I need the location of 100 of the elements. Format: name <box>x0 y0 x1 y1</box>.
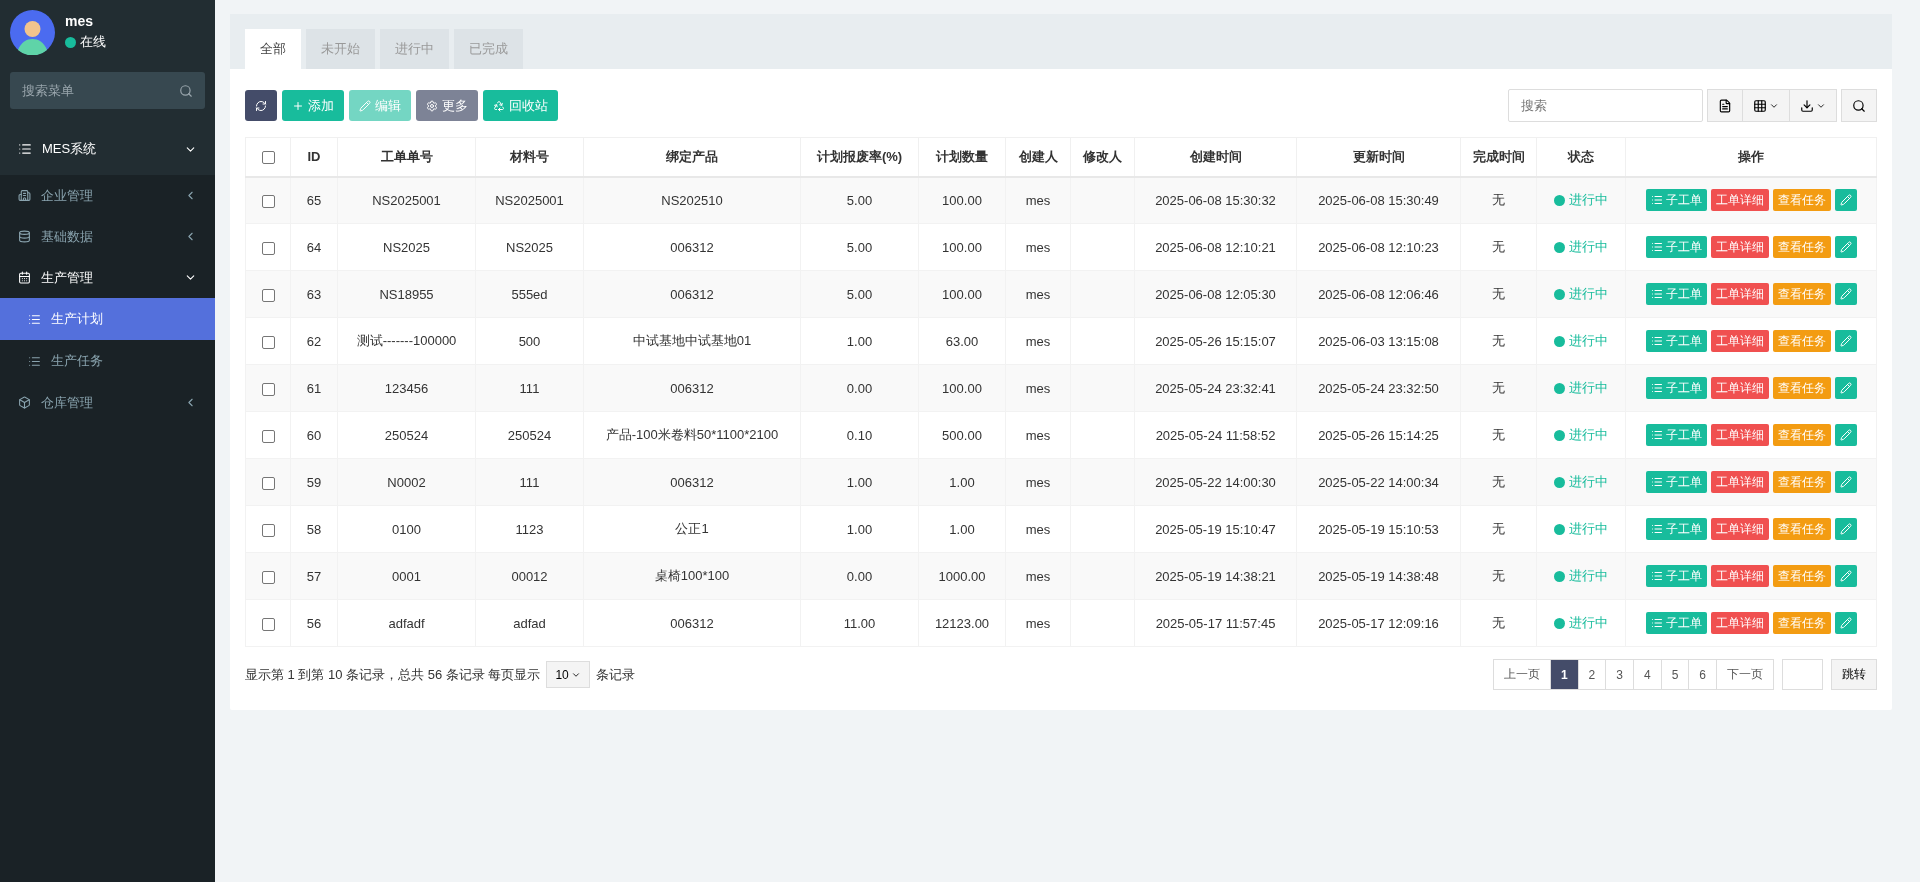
edit-button[interactable] <box>1834 189 1857 212</box>
table-cell: 0.10 <box>846 427 873 443</box>
list-icon <box>1650 241 1663 253</box>
action-button[interactable]: 工单详细 <box>1710 189 1769 212</box>
edit-button[interactable] <box>1834 612 1857 634</box>
edit-button[interactable] <box>1834 565 1857 587</box>
table-cell: 2025-05-22 14:00:30 <box>1155 474 1276 490</box>
action-button[interactable]: 工单详细 <box>1710 471 1769 493</box>
action-button[interactable]: 查看任务 <box>1772 612 1831 634</box>
table-cell: 60 <box>306 427 322 443</box>
table-cell: mes <box>1025 192 1051 208</box>
edit-button[interactable] <box>1834 236 1857 258</box>
action-button[interactable]: 工单详细 <box>1710 236 1769 258</box>
tab[interactable]: 进行中 <box>380 29 449 69</box>
pencil-icon <box>1839 194 1852 207</box>
menu-item[interactable]: 生产计划 <box>0 298 215 340</box>
row-checkbox[interactable] <box>261 570 275 584</box>
row-checkbox[interactable] <box>261 241 275 255</box>
page-size-dropdown[interactable]: 10 <box>546 661 590 688</box>
row-checkbox[interactable] <box>261 382 275 396</box>
edit-button[interactable] <box>1834 424 1857 446</box>
action-button[interactable]: 子工单 <box>1645 565 1707 587</box>
edit-button[interactable] <box>1834 518 1857 540</box>
action-button[interactable]: 工单详细 <box>1710 283 1769 305</box>
row-checkbox[interactable] <box>261 335 275 349</box>
list-icon <box>28 354 41 368</box>
row-checkbox[interactable] <box>261 194 275 208</box>
action-button[interactable]: 子工单 <box>1645 330 1707 352</box>
table-cell: 无 <box>1492 568 1505 583</box>
export-button[interactable] <box>1789 89 1837 122</box>
table-cell: 无 <box>1492 286 1505 301</box>
action-button[interactable]: 工单详细 <box>1710 424 1769 446</box>
page-button[interactable]: 4 <box>1632 659 1662 690</box>
tab[interactable]: 已完成 <box>454 29 523 69</box>
row-checkbox[interactable] <box>261 523 275 537</box>
edit-button[interactable] <box>1834 283 1857 305</box>
page-button[interactable]: 6 <box>1688 659 1717 690</box>
table-cell: 2025-05-22 14:00:34 <box>1318 474 1439 490</box>
action-button[interactable]: 查看任务 <box>1772 189 1831 212</box>
search-button[interactable] <box>1841 89 1877 122</box>
row-checkbox[interactable] <box>261 429 275 443</box>
page-button[interactable]: 1 <box>1549 659 1579 690</box>
row-checkbox[interactable] <box>261 288 275 302</box>
action-button[interactable]: 子工单 <box>1645 283 1707 305</box>
tab[interactable]: 未开始 <box>306 29 375 69</box>
action-button[interactable]: 工单详细 <box>1710 330 1769 352</box>
action-button[interactable]: 工单详细 <box>1710 612 1769 634</box>
table-cell: mes <box>1025 380 1051 396</box>
action-button[interactable]: 子工单 <box>1645 236 1707 258</box>
edit-button[interactable] <box>1834 330 1857 352</box>
table-cell: 0100 <box>392 521 421 537</box>
action-button[interactable]: 工单详细 <box>1710 377 1769 399</box>
columns-button[interactable] <box>1742 89 1790 122</box>
page-button[interactable]: 3 <box>1605 659 1634 690</box>
action-button[interactable]: 查看任务 <box>1772 236 1831 258</box>
table-cell: 006312 <box>670 380 714 396</box>
action-button[interactable]: 查看任务 <box>1772 283 1831 305</box>
action-button[interactable]: 子工单 <box>1645 189 1707 212</box>
table-cell: 5.00 <box>846 192 873 208</box>
action-button[interactable]: 工单详细 <box>1710 518 1769 540</box>
status-label: 进行中 <box>1554 379 1608 397</box>
table-cell: 2025-05-19 15:10:47 <box>1155 521 1276 537</box>
tab[interactable]: 全部 <box>245 29 301 69</box>
action-button[interactable]: 子工单 <box>1645 471 1707 493</box>
toolbar-button[interactable]: 添加 <box>282 90 344 121</box>
edit-button[interactable] <box>1834 377 1857 399</box>
table-cell: 56 <box>306 615 322 631</box>
page-input[interactable] <box>1782 659 1823 690</box>
action-button[interactable]: 子工单 <box>1645 424 1707 446</box>
action-button[interactable]: 查看任务 <box>1772 424 1831 446</box>
toggle-view-button[interactable] <box>1707 89 1743 122</box>
table-cell: 64 <box>306 239 322 255</box>
search-field[interactable]: 搜索 <box>1508 89 1703 122</box>
column-header: 修改人 <box>1070 137 1135 177</box>
edit-button[interactable] <box>1834 471 1857 493</box>
action-button[interactable]: 查看任务 <box>1772 330 1831 352</box>
action-button[interactable]: 查看任务 <box>1772 471 1831 493</box>
action-button[interactable]: 工单详细 <box>1710 565 1769 587</box>
next-page-button[interactable]: 下一页 <box>1716 659 1774 690</box>
refresh-button[interactable] <box>245 90 277 121</box>
action-button[interactable]: 子工单 <box>1645 518 1707 540</box>
prev-page-button[interactable]: 上一页 <box>1492 659 1551 690</box>
table-cell: 00012 <box>511 568 548 584</box>
search-icon <box>179 83 193 98</box>
action-button[interactable]: 查看任务 <box>1772 377 1831 399</box>
table-cell: 1.00 <box>949 474 975 490</box>
menu-search-field[interactable]: 搜索菜单 <box>10 72 205 109</box>
toolbar-button[interactable]: 回收站 <box>483 90 558 121</box>
action-button[interactable]: 子工单 <box>1645 612 1707 634</box>
action-button[interactable]: 查看任务 <box>1772 565 1831 587</box>
toolbar-button[interactable]: 更多 <box>416 90 478 121</box>
pencil-icon <box>1839 335 1852 347</box>
jump-button[interactable]: 跳转 <box>1831 659 1877 690</box>
action-button[interactable]: 子工单 <box>1645 377 1707 399</box>
select-all-checkbox[interactable] <box>261 151 275 165</box>
row-checkbox[interactable] <box>261 617 275 631</box>
table-cell: mes <box>1025 474 1051 490</box>
menu-icon <box>18 271 31 284</box>
row-checkbox[interactable] <box>261 476 275 490</box>
action-button[interactable]: 查看任务 <box>1772 518 1831 540</box>
